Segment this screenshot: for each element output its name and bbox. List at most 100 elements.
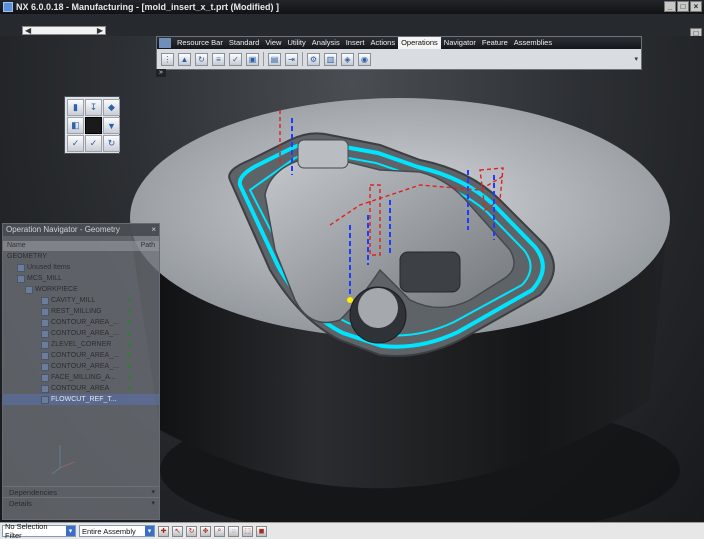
tree-row-unused-items[interactable]: Unused Items (3, 262, 159, 273)
tab-resource-bar[interactable]: Resource Bar (174, 37, 226, 49)
operation-icon (41, 296, 49, 305)
feed-rate-icon[interactable]: ▥ (324, 52, 337, 66)
tab-scroller[interactable]: ◀ ▶ (22, 26, 106, 35)
column-path[interactable]: Path (141, 241, 155, 251)
close-icon[interactable]: × (690, 1, 702, 12)
toolbar-separator (263, 52, 264, 66)
expand-details-icon[interactable]: ▾ (151, 498, 159, 508)
column-name[interactable]: Name (7, 241, 26, 251)
tab-feature[interactable]: Feature (479, 37, 511, 49)
create-operation-icon[interactable]: ▼ (103, 117, 120, 134)
tree-row-operation[interactable]: CONTOUR_AREA_... ✔ (3, 350, 159, 361)
tree-row-operation[interactable]: CONTOUR_AREA_... ✔ (3, 361, 159, 372)
list-path-icon[interactable]: ≡ (212, 52, 225, 66)
operation-icon (41, 340, 49, 349)
zoom-icon[interactable]: ⌕ (214, 525, 225, 537)
chevron-down-icon[interactable]: ▾ (66, 526, 75, 536)
selection-filter-dropdown[interactable]: No Selection Filter ▾ (2, 522, 76, 539)
display-tool-icon[interactable]: ✓ (67, 135, 84, 152)
toolbar-options-icon[interactable]: ▾ (634, 55, 638, 63)
tab-analysis[interactable]: Analysis (309, 37, 343, 49)
tab-actions[interactable]: Actions (367, 37, 398, 49)
navigator-title-bar: Operation Navigator - Geometry × (3, 224, 159, 236)
tree-row-workpiece[interactable]: WORKPIECE (3, 284, 159, 295)
create-method-icon[interactable]: ◧ (67, 117, 84, 134)
tree-row-operation-selected[interactable]: FLOWCUT_REF_T... (3, 394, 159, 405)
tab-standard[interactable]: Standard (226, 37, 262, 49)
tree-row-operation[interactable]: FACE_MILLING_A... ✔ (3, 372, 159, 383)
nx-app-icon[interactable] (3, 2, 13, 12)
replay-icon[interactable]: ↻ (195, 52, 208, 66)
tree-row-mcs-mill[interactable]: MCS_MILL (3, 273, 159, 284)
lock-icon[interactable]: ◼ (256, 525, 267, 537)
create-program-icon[interactable]: ▮ (67, 99, 84, 116)
operation-icon (41, 395, 49, 404)
collision-icon[interactable]: ◉ (358, 52, 371, 66)
tree-row-operation[interactable]: CONTOUR_AREA_... ✔ (3, 317, 159, 328)
workpiece-icon (25, 285, 33, 294)
operation-icon (41, 373, 49, 382)
generate-icon[interactable]: ↻ (103, 135, 120, 152)
tree-row-operation[interactable]: CONTOUR_AREA ✔ (3, 383, 159, 394)
tree-row-geometry[interactable]: GEOMETRY (3, 251, 159, 262)
operation-icon (41, 318, 49, 327)
tree-row-operation[interactable]: CAVITY_MILL ✔ (3, 295, 159, 306)
post-process-icon[interactable]: ▣ (246, 52, 259, 66)
toolbar-overflow-icon[interactable]: » (156, 69, 166, 77)
folder-icon (17, 263, 25, 272)
pan-icon[interactable]: ✥ (200, 525, 211, 537)
verify-icon[interactable]: ✓ (229, 52, 242, 66)
expand-dependencies-icon[interactable]: ▾ (151, 487, 159, 497)
maximize-icon[interactable]: □ (677, 1, 689, 12)
verify-path-icon[interactable]: ✓ (85, 135, 102, 152)
assembly-scope-dropdown[interactable]: Entire Assembly ▾ (79, 525, 155, 537)
path-ok-icon: ✔ (126, 362, 133, 371)
fit-icon[interactable]: ⬚ (242, 525, 253, 537)
toolbar-grip-icon[interactable] (159, 38, 171, 48)
toolbar-grip-dots-icon[interactable]: ⋮ (161, 52, 174, 66)
tree-row-operation[interactable]: REST_MILLING ✔ (3, 306, 159, 317)
tab-insert[interactable]: Insert (343, 37, 368, 49)
generate-path-icon[interactable]: ▲ (178, 52, 191, 66)
machine-control-icon[interactable]: ⚙ (307, 52, 320, 66)
operations-toolbar: Resource Bar Standard View Utility Analy… (156, 36, 642, 70)
tab-navigator[interactable]: Navigator (441, 37, 479, 49)
tab-assemblies[interactable]: Assemblies (511, 37, 555, 49)
details-panel-header[interactable]: Details ▾ (3, 497, 159, 508)
create-geometry-icon[interactable]: ◆ (103, 99, 120, 116)
window-title: NX 6.0.0.18 - Manufacturing - [mold_inse… (16, 2, 280, 12)
tab-operations[interactable]: Operations (398, 37, 441, 49)
navigator-tree: GEOMETRY Unused Items MCS_MILL WORKPIECE… (3, 251, 159, 405)
lasso-icon[interactable]: ◌ (228, 525, 239, 537)
boss-front (399, 251, 461, 293)
path-ok-icon: ✔ (126, 384, 133, 393)
navigator-title: Operation Navigator - Geometry (6, 225, 120, 234)
operation-icon (41, 384, 49, 393)
scroll-left-icon[interactable]: ◀ (25, 26, 31, 35)
shop-doc-icon[interactable]: ▤ (268, 52, 281, 66)
toolbar-icon-row: ⋮ ▲ ↻ ≡ ✓ ▣ ▤ ⇥ ⚙ ▥ ◈ ◉ ▾ (157, 49, 641, 69)
path-ok-icon: ✔ (126, 329, 133, 338)
gouge-check-icon[interactable]: ◈ (341, 52, 354, 66)
rotate-icon[interactable]: ↻ (186, 525, 197, 537)
snap-point-icon[interactable]: ✚ (158, 525, 169, 537)
output-cls-icon[interactable]: ⇥ (285, 52, 298, 66)
insert-palette: ▮ ↧ ◆ ◧ ▼ ✓ ✓ ↻ (64, 96, 120, 154)
operation-icon (41, 362, 49, 371)
dependencies-panel-header[interactable]: Dependencies ▾ (3, 486, 159, 497)
operation-navigator: Operation Navigator - Geometry × Name Pa… (2, 223, 160, 520)
minimize-icon[interactable]: _ (664, 1, 676, 12)
boss-top (297, 139, 349, 169)
tab-view[interactable]: View (262, 37, 284, 49)
chevron-down-icon[interactable]: ▾ (145, 526, 154, 536)
create-tool-icon[interactable]: ↧ (85, 99, 102, 116)
operation-icon (41, 329, 49, 338)
path-ok-icon: ✔ (126, 351, 133, 360)
select-icon[interactable]: ↖ (172, 525, 183, 537)
navigator-column-headers: Name Path (3, 241, 159, 251)
tree-row-operation[interactable]: ZLEVEL_CORNER ✔ (3, 339, 159, 350)
navigator-close-icon[interactable]: × (151, 225, 156, 235)
tab-utility[interactable]: Utility (284, 37, 308, 49)
tree-row-operation[interactable]: CONTOUR_AREA_... ✔ (3, 328, 159, 339)
scroll-right-icon[interactable]: ▶ (97, 26, 103, 35)
